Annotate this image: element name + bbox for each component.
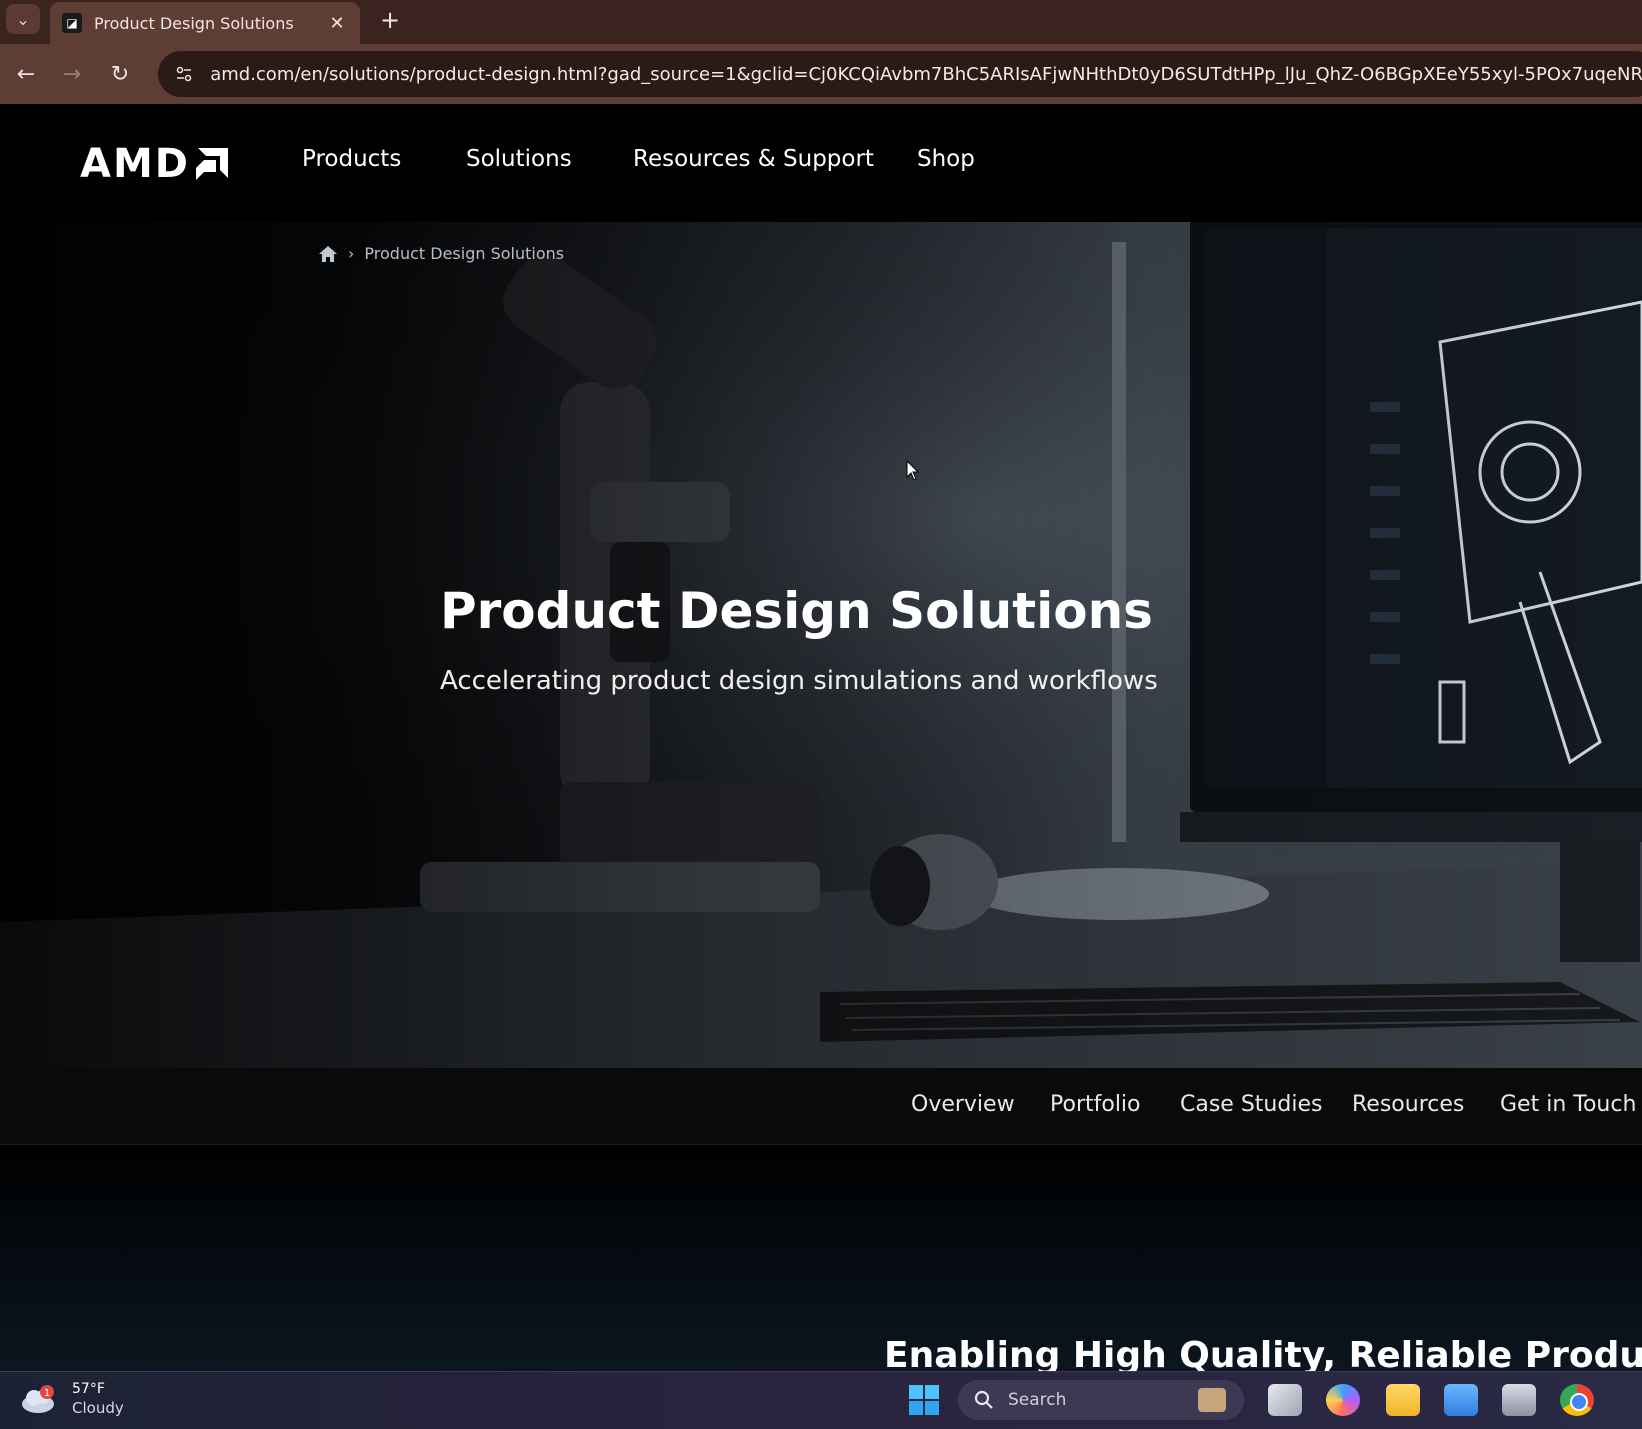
- address-bar[interactable]: amd.com/en/solutions/product-design.html…: [158, 51, 1642, 97]
- chrome-icon[interactable]: [1560, 1384, 1594, 1416]
- printer-icon[interactable]: [1502, 1384, 1536, 1416]
- section-heading: Enabling High Quality, Reliable Products: [884, 1335, 1642, 1371]
- task-view-icon[interactable]: [1268, 1384, 1302, 1416]
- hero-background-image: [0, 222, 1642, 1068]
- amd-favicon-icon: ◪: [62, 13, 82, 33]
- weather-temp: 57°F: [72, 1381, 105, 1397]
- site-header: AMD Products Solutions Resources & Suppo…: [0, 104, 1642, 222]
- reload-icon[interactable]: ↻: [104, 58, 136, 90]
- subnav-portfolio[interactable]: Portfolio: [1050, 1092, 1141, 1117]
- home-icon[interactable]: [318, 245, 338, 263]
- start-icon[interactable]: [908, 1384, 940, 1420]
- windows-taskbar: 1 57°F Cloudy Search: [0, 1371, 1642, 1429]
- cloud-icon: 1: [20, 1384, 58, 1414]
- search-icon: [974, 1389, 996, 1411]
- taskbar-search-label: Search: [1008, 1390, 1067, 1410]
- hero-banner: › Product Design Solutions Product Desig…: [0, 222, 1642, 1068]
- copilot-icon[interactable]: [1326, 1384, 1360, 1416]
- file-explorer-icon[interactable]: [1386, 1384, 1420, 1416]
- chevron-right-icon: ›: [348, 244, 355, 263]
- tab-title: Product Design Solutions: [94, 13, 294, 33]
- nav-solutions[interactable]: Solutions: [466, 146, 572, 172]
- calendar-highlight-icon: [1198, 1388, 1226, 1412]
- nav-shop[interactable]: Shop: [917, 146, 975, 172]
- subnav-resources[interactable]: Resources: [1352, 1092, 1464, 1117]
- forward-arrow-icon[interactable]: →: [56, 58, 88, 90]
- url-text[interactable]: amd.com/en/solutions/product-design.html…: [210, 64, 1642, 85]
- weather-widget[interactable]: 1 57°F Cloudy: [20, 1380, 124, 1418]
- back-arrow-icon[interactable]: ←: [10, 58, 42, 90]
- amd-logo[interactable]: AMD: [80, 141, 230, 187]
- amd-arrow-icon: [195, 148, 228, 180]
- nav-products[interactable]: Products: [302, 146, 401, 172]
- section-subnav: Overview Portfolio Case Studies Resource…: [0, 1068, 1642, 1145]
- store-icon[interactable]: [1444, 1384, 1478, 1416]
- breadcrumb: › Product Design Solutions: [318, 244, 564, 263]
- breadcrumb-current: Product Design Solutions: [364, 244, 565, 263]
- browser-tab-active[interactable]: ◪ Product Design Solutions ✕: [50, 2, 360, 44]
- logo-text: AMD: [80, 141, 190, 187]
- mouse-cursor-icon: [906, 460, 920, 481]
- content-section: Enabling High Quality, Reliable Products: [0, 1145, 1642, 1371]
- tab-close-icon[interactable]: ✕: [324, 10, 350, 36]
- browser-tab-strip: ⌄ ◪ Product Design Solutions ✕ +: [0, 0, 1642, 44]
- weather-condition: Cloudy: [72, 1399, 124, 1417]
- subnav-case-studies[interactable]: Case Studies: [1180, 1092, 1322, 1117]
- nav-resources-support[interactable]: Resources & Support: [633, 146, 874, 172]
- page-title: Product Design Solutions: [440, 582, 1153, 640]
- page-subtitle: Accelerating product design simulations …: [440, 666, 1158, 696]
- subnav-get-in-touch[interactable]: Get in Touch: [1500, 1092, 1636, 1117]
- browser-toolbar: ← → ↻ amd.com/en/solutions/product-desig…: [0, 44, 1642, 104]
- new-tab-button[interactable]: +: [376, 6, 404, 34]
- weather-alert-badge: 1: [44, 1388, 50, 1399]
- subnav-overview[interactable]: Overview: [911, 1092, 1015, 1117]
- site-settings-icon[interactable]: [172, 61, 196, 87]
- tab-search-dropdown-icon[interactable]: ⌄: [6, 4, 40, 34]
- taskbar-search-box[interactable]: Search: [958, 1380, 1244, 1420]
